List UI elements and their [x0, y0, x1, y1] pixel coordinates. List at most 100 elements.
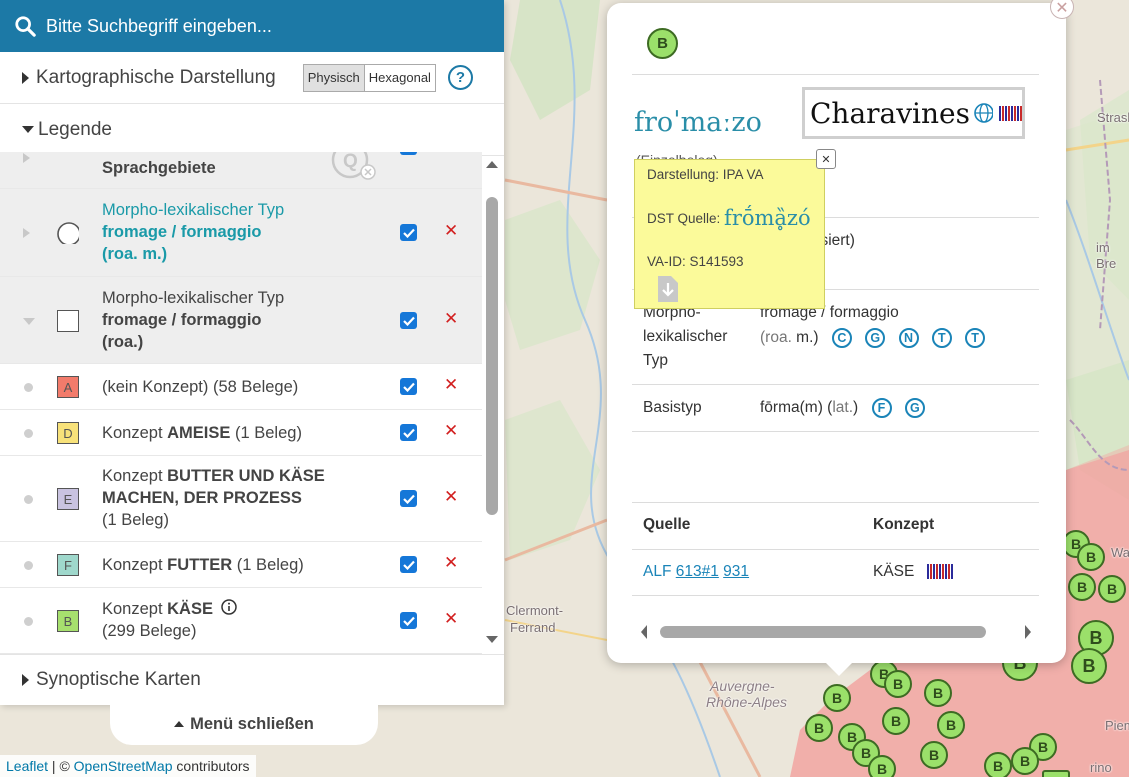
source-alf[interactable]: ALF [643, 563, 671, 580]
barcode-icon[interactable] [926, 564, 953, 580]
osm-link[interactable]: OpenStreetMap [74, 758, 173, 774]
map-marker[interactable]: B [937, 711, 965, 739]
search-input[interactable]: Bitte Suchbegriff eingeben... [46, 16, 272, 37]
remove-icon[interactable]: ✕ [444, 487, 458, 507]
section-synoptic[interactable]: Synoptische Karten [0, 654, 504, 704]
svg-text:Q: Q [343, 152, 358, 172]
ref-tag-g[interactable]: G [865, 327, 886, 348]
visibility-checkbox[interactable] [400, 312, 417, 329]
map-marker[interactable]: B [920, 741, 948, 769]
legend-row[interactable]: Morpho-lexikalischer Typ fromage / forma… [0, 277, 482, 364]
legend-row[interactable]: A (kein Konzept) (58 Belege) ✕ [0, 364, 482, 410]
remove-icon[interactable]: ✕ [444, 421, 458, 441]
ref-tag-t[interactable]: T [931, 327, 952, 348]
remove-icon[interactable]: ✕ [444, 221, 458, 241]
tooltip-close-icon[interactable]: ✕ [816, 149, 836, 169]
visibility-checkbox[interactable] [400, 490, 417, 507]
legend-scrollbar[interactable] [483, 152, 501, 654]
basistyp-lang: lat. [832, 399, 854, 416]
map-marker[interactable]: B [984, 752, 1012, 777]
visibility-checkbox[interactable] [400, 556, 417, 573]
tooltip-source-value: frṓmḁ̏zó [724, 206, 811, 230]
expand-icon [22, 673, 29, 686]
concept-symbol-icon: D [57, 422, 79, 444]
legend-label: Sprachgebiete [102, 159, 216, 177]
globe-icon[interactable] [973, 102, 993, 124]
map-marker[interactable]: B [1077, 543, 1105, 571]
ref-tag-c[interactable]: C [831, 327, 852, 348]
expand-icon [22, 71, 29, 84]
popup-horizontal-scrollbar[interactable] [637, 623, 1037, 641]
map-marker[interactable]: B [884, 670, 912, 698]
info-icon[interactable] [220, 599, 237, 615]
remove-icon[interactable]: ✕ [444, 609, 458, 629]
source-link-number[interactable]: 931 [723, 563, 749, 580]
barcode-icon[interactable] [998, 105, 1022, 121]
column-header-quelle: Quelle [643, 516, 691, 533]
map-marker[interactable]: B [1042, 770, 1070, 777]
map-label-imbre: im Bre [1096, 240, 1117, 271]
map-marker[interactable]: B [1071, 648, 1107, 684]
map-marker[interactable]: B [924, 679, 952, 707]
legend-row[interactable]: E Konzept BUTTER UND KÄSE MACHEN, DER PR… [0, 456, 482, 542]
remove-icon[interactable]: ✕ [444, 309, 458, 329]
help-icon[interactable]: ? [447, 65, 473, 90]
toggle-hexagonal[interactable]: Hexagonal [365, 65, 435, 91]
morpho-label-3: Typ [643, 352, 668, 369]
map-marker[interactable]: B [882, 707, 910, 735]
source-link-page[interactable]: 613#1 [676, 563, 719, 580]
ref-tag-f[interactable]: F [871, 397, 892, 418]
map-marker[interactable]: B [823, 684, 851, 712]
legend-concept-cont: MACHEN, DER PROZESS [102, 489, 302, 507]
legend-row[interactable]: D Konzept AMEISE (1 Beleg) ✕ [0, 410, 482, 456]
map-marker[interactable]: B [1011, 747, 1039, 775]
search-bar[interactable]: Bitte Suchbegriff eingeben... [0, 0, 504, 52]
collapse-icon[interactable] [22, 317, 36, 327]
legend-list: Sprachgebiete Q ✕ Morpho-lexikalischer T… [0, 152, 482, 654]
legend-row[interactable]: Sprachgebiete Q ✕ [0, 152, 482, 189]
legend-count: (1 Beleg) [232, 556, 304, 574]
ipa-transcription[interactable]: froˈmaːzo [634, 109, 762, 136]
map-label-strasbourg: Strasbo [1097, 110, 1129, 125]
section-legend[interactable]: Legende [0, 104, 504, 156]
section-cartography-label: Kartographische Darstellung [36, 66, 276, 88]
visibility-checkbox[interactable] [400, 224, 417, 241]
bullet-icon [24, 383, 33, 392]
visibility-checkbox[interactable] [400, 378, 417, 395]
map-marker[interactable]: B [868, 755, 896, 777]
legend-row[interactable]: Morpho-lexikalischer Typ fromage / forma… [0, 189, 482, 277]
legend-label: (kein Konzept) (58 Belege) [102, 378, 299, 396]
map-marker[interactable]: B [805, 714, 833, 742]
legend-row[interactable]: B Konzept KÄSE (299 Belege) ✕ [0, 588, 482, 654]
ref-tag-n[interactable]: N [898, 327, 919, 348]
toggle-physisch[interactable]: Physisch [303, 64, 365, 91]
attribution-sep: | © [48, 758, 74, 774]
expand-icon[interactable] [22, 152, 32, 164]
remove-icon[interactable]: ✕ [444, 553, 458, 573]
map-marker[interactable]: B [1098, 575, 1126, 603]
circle-symbol-icon [57, 222, 79, 244]
section-cartography[interactable]: Kartographische Darstellung Physisch Hex… [0, 52, 504, 104]
visibility-checkbox[interactable] [400, 424, 417, 441]
visibility-checkbox[interactable] [400, 612, 417, 629]
leaflet-link[interactable]: Leaflet [6, 758, 48, 774]
bullet-icon [24, 429, 33, 438]
close-menu-button[interactable]: Menü schließen [110, 703, 378, 745]
legend-type: fromage / formaggio [102, 223, 262, 241]
legend-row[interactable]: F Konzept FUTTER (1 Beleg) ✕ [0, 542, 482, 588]
basistyp-label: Basistyp [643, 399, 702, 416]
ref-tag-g2[interactable]: G [904, 397, 925, 418]
map-marker[interactable]: B [1068, 573, 1096, 601]
download-icon[interactable] [656, 274, 680, 304]
legend-label: Konzept [102, 424, 168, 442]
quantify-icon[interactable]: Q [330, 152, 380, 182]
map-type-toggle[interactable]: Physisch Hexagonal [302, 63, 436, 92]
visibility-checkbox[interactable] [400, 152, 417, 155]
collapse-icon [22, 126, 34, 133]
ref-tag-t2[interactable]: T [965, 327, 986, 348]
map-label-auvergne: Auvergne- [710, 678, 775, 694]
expand-icon[interactable] [22, 227, 32, 239]
remove-icon[interactable]: ✕ [444, 375, 458, 395]
remove-icon[interactable]: ✕ [444, 152, 458, 156]
legend-lang: (roa. m.) [102, 245, 168, 263]
